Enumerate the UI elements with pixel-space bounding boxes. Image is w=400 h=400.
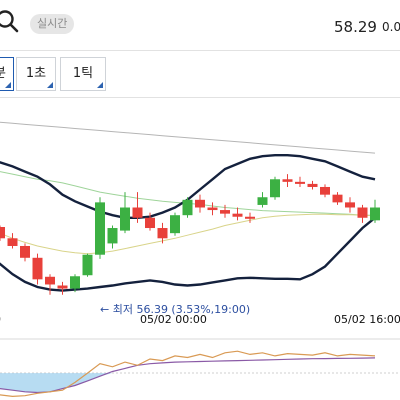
candle-body [257, 197, 268, 205]
candle-body [295, 181, 305, 184]
candle-body [332, 194, 343, 203]
candle-body [95, 202, 105, 255]
candle-body [57, 285, 68, 289]
candle-body [232, 213, 243, 217]
candle-body [270, 179, 280, 198]
candle-body [157, 228, 168, 239]
candle-body [245, 216, 255, 219]
candle-body [345, 202, 355, 208]
candle-body [182, 199, 193, 216]
candle-body [207, 207, 218, 211]
bollinger-lower-line [0, 216, 376, 292]
price-chart[interactable]: ← 최저 56.39 (3.53%,19:00)005/02 00:0005/0… [0, 0, 400, 400]
candle-body [107, 228, 118, 244]
candle-body [282, 179, 293, 182]
candle-body [70, 276, 80, 289]
ma-long-line [0, 121, 376, 154]
candle-body [82, 254, 93, 276]
candle-body [320, 186, 330, 195]
candle-body [20, 245, 30, 258]
candle-body [307, 183, 318, 187]
time-axis-label: 0 [0, 313, 1, 326]
candle-body [0, 227, 5, 239]
candle-body [195, 199, 205, 208]
candle-body [145, 217, 155, 229]
candle-body [120, 207, 130, 231]
candle-body [32, 257, 43, 280]
candle-body [357, 207, 368, 218]
candle-body [170, 215, 180, 234]
candle-body [45, 276, 55, 285]
time-axis-label: 05/02 16:00 [334, 313, 400, 326]
ma-mid-line [0, 213, 376, 255]
candle-body [370, 207, 380, 221]
candle-body [220, 210, 230, 214]
candle-body [7, 238, 18, 246]
time-axis-label: 05/02 00:00 [140, 313, 207, 326]
candle-body [132, 207, 143, 218]
